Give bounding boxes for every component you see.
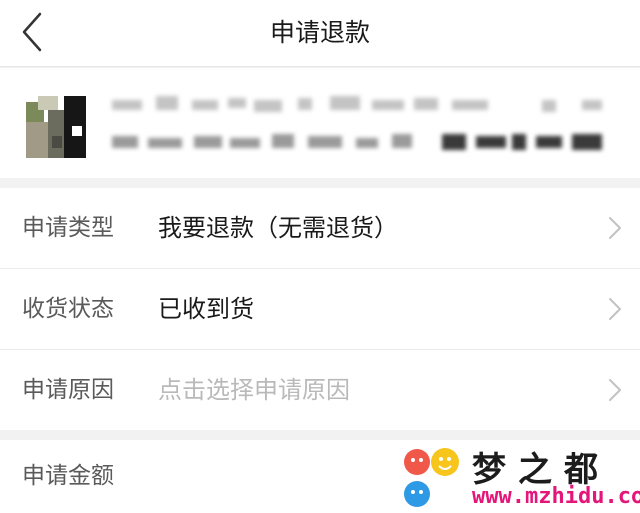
refund-amount-label: 申请金额 xyxy=(22,463,114,489)
apply-type-label: 申请类型 xyxy=(22,215,114,241)
apply-type-value: 我要退款（无需退货） xyxy=(158,214,398,242)
receipt-status-value: 已收到货 xyxy=(158,295,254,323)
refund-form: 申请类型 我要退款（无需退货） 收货状态 已收到货 申请原因 点击选择申请原因 xyxy=(0,188,640,430)
page-title: 申请退款 xyxy=(269,18,370,47)
watermark: 梦之都 www.mzhidu.com xyxy=(400,442,640,513)
product-card[interactable] xyxy=(0,68,640,178)
apply-type-row[interactable]: 申请类型 我要退款（无需退货） xyxy=(0,188,640,269)
refund-reason-row[interactable]: 申请原因 点击选择申请原因 xyxy=(0,350,640,430)
product-thumbnail xyxy=(26,96,90,158)
chevron-right-icon xyxy=(609,379,621,401)
nav-bar: 申请退款 xyxy=(0,0,640,67)
receipt-status-row[interactable]: 收货状态 已收到货 xyxy=(0,269,640,350)
chevron-right-icon xyxy=(609,217,621,239)
refund-reason-placeholder: 点击选择申请原因 xyxy=(158,376,350,404)
refund-reason-label: 申请原因 xyxy=(22,377,114,403)
watermark-url: www.mzhidu.com xyxy=(472,484,640,509)
watermark-logo-icon xyxy=(404,448,459,507)
obscured-product-info xyxy=(112,96,602,150)
chevron-right-icon xyxy=(609,298,621,320)
receipt-status-label: 收货状态 xyxy=(22,296,114,322)
